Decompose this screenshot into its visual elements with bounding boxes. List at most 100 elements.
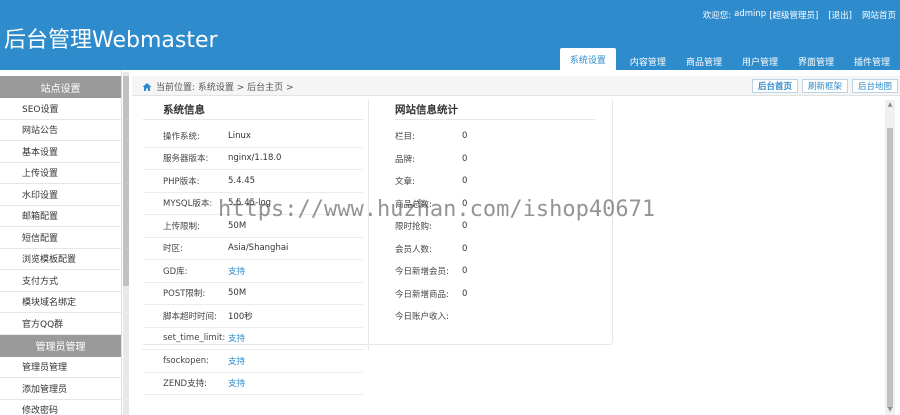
sysinfo-label: fsockopen:: [163, 355, 209, 366]
stats-value: 0: [462, 221, 468, 232]
scroll-down-arrow-icon[interactable]: ▼: [886, 406, 894, 414]
site-stats-section: 网站信息统计 栏目: 0 品牌: 0 文章: 0 商品总数: 0 限时抢购: 0 会员人数: 0 今日新…: [368, 100, 613, 350]
sysinfo-row: 时区: Asia/Shanghai: [143, 238, 363, 260]
stats-label: 文章:: [395, 177, 415, 188]
stats-value: 0: [462, 153, 468, 164]
sysinfo-label: set_time_limit:: [163, 333, 226, 344]
tab-users[interactable]: 用户管理: [732, 52, 788, 70]
stats-label: 限时抢购:: [395, 222, 432, 233]
sysinfo-label: ZEND支持:: [163, 379, 207, 390]
sysinfo-value: 50M: [228, 288, 247, 299]
stats-row: 文章: 0: [395, 170, 595, 193]
admin-map-button[interactable]: 后台地图: [851, 79, 898, 93]
breadcrumb-text: 当前位置: 系统设置 > 后台主页 >: [156, 83, 294, 93]
sidebar: 站点设置 SEO设置 网站公告 基本设置 上传设置 水印设置 邮箱配置 短信配置…: [0, 70, 122, 415]
stats-row: 栏目: 0: [395, 125, 595, 148]
tab-system-settings[interactable]: 系统设置: [559, 48, 616, 70]
sysinfo-value: 5.4.45: [228, 175, 256, 186]
username: adminp: [734, 9, 767, 19]
logout-link[interactable]: [退出]: [828, 9, 852, 21]
tab-content[interactable]: 内容管理: [620, 52, 676, 70]
site-home-link[interactable]: 网站首页: [862, 9, 896, 21]
sidebar-item-seo[interactable]: SEO设置: [0, 98, 121, 120]
content-scrollbar-thumb[interactable]: [887, 128, 893, 408]
stats-row: 今日账户收入:: [395, 305, 595, 328]
site-stats-title: 网站信息统计: [395, 100, 595, 120]
sidebar-item-add-admin[interactable]: 添加管理员: [0, 378, 121, 400]
sysinfo-label: 脚本超时时间:: [163, 311, 217, 322]
sysinfo-row: POST限制: 50M: [143, 283, 363, 305]
sysinfo-label: GD库:: [163, 266, 188, 277]
stats-label: 会员人数:: [395, 244, 432, 255]
sidebar-group-admin[interactable]: 管理员管理: [0, 334, 121, 357]
sysinfo-row: 操作系统: Linux: [143, 125, 363, 148]
stats-label: 今日账户收入:: [395, 312, 449, 323]
sidebar-item-payment[interactable]: 支付方式: [0, 270, 121, 292]
sysinfo-value: Asia/Shanghai: [228, 243, 289, 254]
sysinfo-value: 支持: [228, 334, 246, 345]
sysinfo-row: 服务器版本: nginx/1.18.0: [143, 148, 363, 170]
sysinfo-value: 100秒: [228, 311, 253, 322]
sidebar-item-qq-group[interactable]: 官方QQ群: [0, 313, 121, 335]
info-panel: 系统信息 操作系统: Linux 服务器版本: nginx/1.18.0 PHP版本: 5…: [143, 100, 613, 415]
sysinfo-value: 50M: [228, 220, 247, 231]
stats-label: 品牌:: [395, 154, 415, 165]
sidebar-item-basic[interactable]: 基本设置: [0, 141, 121, 163]
main-tabs: 系统设置 内容管理 商品管理 用户管理 界面管理 插件管理: [559, 48, 900, 70]
admin-home-button[interactable]: 后台首页: [751, 79, 798, 93]
tab-interface[interactable]: 界面管理: [788, 52, 844, 70]
sysinfo-value: nginx/1.18.0: [228, 153, 282, 164]
top-user-bar: 欢迎您: adminp [超级管理员] [退出] 网站首页: [703, 9, 896, 21]
stats-row: 品牌: 0: [395, 148, 595, 171]
sidebar-item-announcement[interactable]: 网站公告: [0, 120, 121, 141]
tab-plugins[interactable]: 插件管理: [844, 52, 900, 70]
sidebar-item-sms[interactable]: 短信配置: [0, 227, 121, 249]
sysinfo-label: 服务器版本:: [163, 154, 209, 165]
stats-value: 0: [462, 288, 468, 299]
stats-label: 今日新增会员:: [395, 267, 449, 278]
sidebar-item-template[interactable]: 浏览模板配置: [0, 249, 121, 270]
sysinfo-row: set_time_limit: 支持: [143, 328, 363, 350]
stats-value: 0: [462, 243, 468, 254]
sysinfo-row: 脚本超时时间: 100秒: [143, 305, 363, 328]
sysinfo-row: PHP版本: 5.4.45: [143, 170, 363, 193]
sysinfo-value: 支持: [228, 379, 246, 390]
stats-value: 0: [462, 176, 468, 187]
sysinfo-label: 操作系统:: [163, 131, 200, 142]
sidebar-scrollbar[interactable]: [123, 72, 129, 415]
stats-label: 今日新增商品:: [395, 289, 449, 300]
stats-row: 今日新增会员: 0: [395, 260, 595, 283]
breadcrumb-bar: 当前位置: 系统设置 > 后台主页 > 后台首页 刷新框架 后台地图: [132, 76, 900, 96]
welcome-text: 欢迎您:: [702, 11, 732, 21]
sysinfo-label: PHP版本:: [163, 176, 200, 187]
scroll-up-arrow-icon[interactable]: ▲: [886, 101, 894, 109]
stats-value: 0: [462, 266, 468, 277]
sidebar-item-domain-binding[interactable]: 模块域名绑定: [0, 292, 121, 313]
system-info-title: 系统信息: [143, 100, 363, 120]
sidebar-group-site-settings[interactable]: 站点设置: [0, 76, 121, 98]
sysinfo-row: ZEND支持: 支持: [143, 373, 363, 395]
sysinfo-row: fsockopen: 支持: [143, 350, 363, 373]
sidebar-item-watermark[interactable]: 水印设置: [0, 184, 121, 206]
site-logo: 后台管理Webmaster: [4, 28, 218, 53]
stats-label: 栏目:: [395, 132, 415, 143]
sysinfo-value: Linux: [228, 130, 251, 141]
breadcrumb-buttons: 后台首页 刷新框架 后台地图: [751, 79, 898, 93]
refresh-frame-button[interactable]: 刷新框架: [801, 79, 848, 93]
stats-value: 0: [462, 131, 468, 142]
system-info-section: 系统信息 操作系统: Linux 服务器版本: nginx/1.18.0 PHP版本: 5…: [143, 100, 363, 395]
sysinfo-label: 时区:: [163, 244, 183, 255]
sysinfo-label: POST限制:: [163, 289, 206, 300]
sysinfo-value: 支持: [228, 356, 246, 367]
breadcrumb: 当前位置: 系统设置 > 后台主页 >: [142, 80, 294, 93]
sidebar-item-email[interactable]: 邮箱配置: [0, 206, 121, 227]
tab-products[interactable]: 商品管理: [676, 52, 732, 70]
stats-row: 今日新增商品: 0: [395, 283, 595, 306]
home-icon: [142, 82, 152, 91]
sidebar-item-admin-manage[interactable]: 管理员管理: [0, 357, 121, 378]
sidebar-item-change-password[interactable]: 修改密码: [0, 400, 121, 415]
sidebar-scrollbar-thumb[interactable]: [123, 76, 129, 286]
user-role: [超级管理员]: [769, 11, 819, 21]
content-scrollbar[interactable]: ▲ ▼: [885, 100, 895, 415]
sidebar-item-upload[interactable]: 上传设置: [0, 163, 121, 184]
